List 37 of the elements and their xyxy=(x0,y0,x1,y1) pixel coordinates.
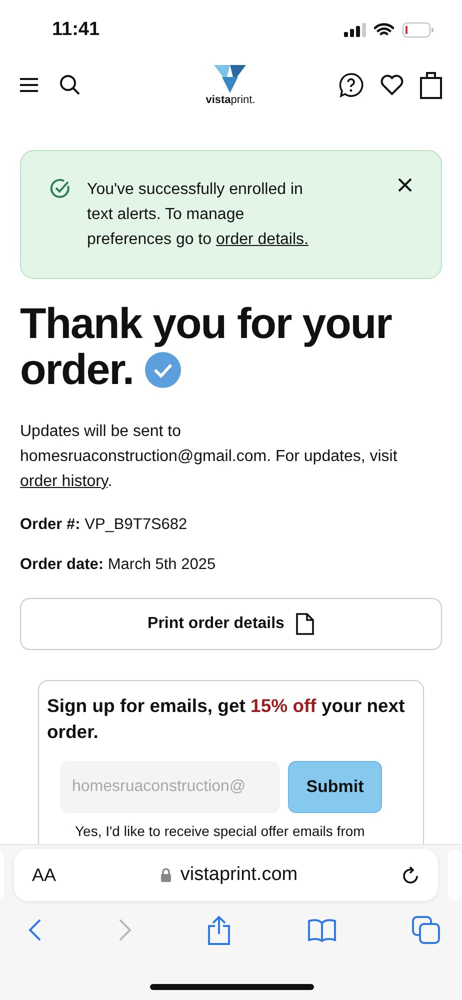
back-icon[interactable] xyxy=(28,918,42,942)
verified-badge-icon xyxy=(144,351,182,389)
menu-icon[interactable] xyxy=(19,77,39,93)
logo-text[interactable]: vistaprint. xyxy=(206,94,256,106)
signal-icon xyxy=(344,23,366,37)
order-info: Order #: VP_B9T7S682 xyxy=(20,516,188,534)
lock-icon xyxy=(160,867,172,883)
help-icon[interactable] xyxy=(338,72,364,98)
consent-text: Yes, I'd like to receive special offer emails from xyxy=(75,823,366,839)
page-title: Thank you for your xyxy=(20,301,393,347)
wifi-icon xyxy=(374,23,394,37)
tabs-icon[interactable] xyxy=(412,916,440,944)
battery-icon xyxy=(402,22,434,38)
alert-message: You've successfully enrolled in text alerts. To manage preferences go to order details. xyxy=(87,180,310,250)
document-icon xyxy=(296,613,314,635)
bag-icon[interactable] xyxy=(420,71,442,99)
close-icon[interactable] xyxy=(397,177,413,193)
share-icon[interactable] xyxy=(207,915,231,945)
url-text: vistaprint.com xyxy=(180,864,298,886)
text-size-button[interactable]: AA xyxy=(32,864,56,886)
updates-message: Updates will be sent to homesruaconstruction@gmail.com. For updates, visit order history. xyxy=(20,422,398,492)
status-time: 11:41 xyxy=(52,19,100,41)
heart-icon[interactable] xyxy=(380,74,404,96)
signup-heading: Sign up for emails, get 15% off your next order. xyxy=(47,694,406,744)
email-field[interactable]: homesruaconstruction@ xyxy=(60,761,280,813)
bookmarks-icon[interactable] xyxy=(306,918,336,942)
order-info: Order date: March 5th 2025 xyxy=(20,556,217,574)
check-circle-icon xyxy=(49,178,71,200)
page-title: order. xyxy=(20,347,134,393)
reload-icon[interactable] xyxy=(402,865,420,885)
order-details-link[interactable]: order details. xyxy=(216,231,308,248)
submit-button[interactable]: Submit xyxy=(288,761,382,813)
print-order-button[interactable]: Print order details xyxy=(20,598,442,650)
search-icon[interactable] xyxy=(59,74,81,96)
logo-icon xyxy=(214,64,246,92)
order-history-link[interactable]: order history xyxy=(20,473,108,490)
address-bar[interactable]: AA vistaprint.com xyxy=(14,849,438,901)
